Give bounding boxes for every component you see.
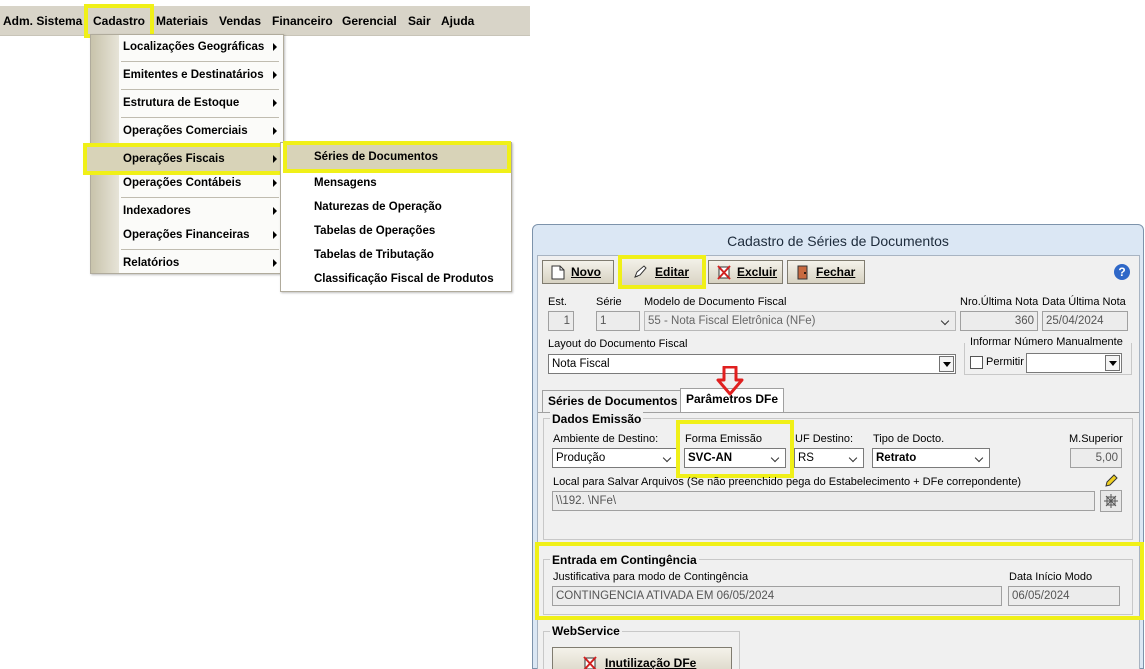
novo-button[interactable]: Novo (542, 260, 614, 284)
browse-folder-button[interactable] (1100, 490, 1122, 512)
delete-icon (583, 656, 597, 669)
tipo-docto-label: Tipo de Docto. (873, 433, 945, 445)
modelo-label: Modelo de Documento Fiscal (644, 296, 787, 308)
dropdown-arrow-icon (1105, 355, 1120, 371)
red-down-arrow-icon (716, 366, 744, 396)
data-ultima-label: Data Última Nota (1042, 296, 1126, 308)
data-inicio-field[interactable]: 06/05/2024 (1008, 586, 1120, 606)
dropdown-arrow-icon (939, 356, 954, 372)
submenu-arrow-icon (273, 259, 277, 267)
numero-manual-select[interactable] (1026, 353, 1122, 373)
delete-icon (717, 265, 731, 280)
menu-adm-sistema[interactable]: Adm. Sistema (3, 6, 82, 36)
menu-item-operacoes-financeiras[interactable]: Operações Financeiras (91, 223, 283, 247)
m-superior-field[interactable]: 5,00 (1070, 448, 1122, 468)
menu-item-tabelas-operacoes[interactable]: Tabelas de Operações (281, 219, 511, 243)
ambiente-select[interactable]: Produção (552, 448, 678, 468)
submenu-arrow-icon (273, 231, 277, 239)
contingencia-title: Entrada em Contingência (550, 553, 699, 567)
menu-materiais[interactable]: Materiais (156, 6, 208, 36)
cadastro-menu: Localizações Geográficas Emitentes e Des… (83, 34, 288, 275)
inutilizacao-dfe-button[interactable]: Inutilização DFe (552, 647, 732, 669)
local-arquivos-label: Local para Salvar Arquivos (Se não preen… (553, 476, 1022, 488)
uf-destino-select[interactable]: RS (794, 448, 864, 468)
menu-item-emitentes[interactable]: Emitentes e Destinatários (91, 63, 283, 87)
m-superior-label: M.Superior (1069, 433, 1123, 445)
new-document-icon (551, 265, 565, 280)
forma-emissao-label: Forma Emissão (685, 433, 763, 445)
door-close-icon (797, 265, 808, 280)
forma-emissao-select[interactable]: SVC-AN (684, 448, 786, 468)
menu-item-series-documentos[interactable]: Séries de Documentos (283, 141, 511, 173)
menu-item-relatorios[interactable]: Relatórios (91, 251, 283, 275)
modelo-select[interactable]: 55 - Nota Fiscal Eletrônica (NFe) (644, 311, 956, 331)
est-label: Est. (548, 296, 567, 308)
menu-bar: Adm. Sistema Cadastro Materiais Vendas F… (0, 4, 530, 38)
submenu-arrow-icon (273, 43, 277, 51)
serie-field[interactable]: 1 (596, 311, 640, 331)
menu-item-tabelas-tributacao[interactable]: Tabelas de Tributação (281, 243, 511, 267)
est-field[interactable]: 1 (548, 311, 574, 331)
menu-gerencial[interactable]: Gerencial (342, 6, 397, 36)
chevron-down-icon (769, 451, 783, 465)
fiscal-submenu: Séries de Documentos Mensagens Naturezas… (280, 141, 512, 292)
menu-item-operacoes-fiscais[interactable]: Operações Fiscais (83, 143, 288, 175)
nro-ultima-label: Nro.Última Nota (960, 296, 1039, 308)
local-arquivos-field[interactable]: \\192. \NFe\ (552, 491, 1095, 511)
permitir-checkbox[interactable] (970, 356, 983, 369)
dados-emissao-title: Dados Emissão (550, 412, 644, 426)
tab-series-documentos[interactable]: Séries de Documentos (542, 390, 684, 412)
chevron-down-icon (661, 451, 675, 465)
menu-item-indexadores[interactable]: Indexadores (91, 199, 283, 223)
tipo-docto-select[interactable]: Retrato (872, 448, 990, 468)
chevron-down-icon (973, 451, 987, 465)
menu-item-localizacoes[interactable]: Localizações Geográficas (91, 35, 283, 59)
menu-cadastro[interactable]: Cadastro (83, 4, 155, 38)
submenu-arrow-icon (273, 179, 277, 187)
edit-pencil-icon (634, 265, 647, 278)
data-ultima-field[interactable]: 25/04/2024 (1042, 311, 1128, 331)
data-inicio-label: Data Início Modo (1009, 571, 1093, 583)
dialog-title: Cadastro de Séries de Documentos (727, 233, 949, 249)
excluir-button[interactable]: Excluir (708, 260, 783, 284)
submenu-arrow-icon (273, 99, 277, 107)
series-dialog: Cadastro de Séries de Documentos Novo Ed… (532, 224, 1144, 669)
chevron-down-icon (847, 451, 861, 465)
dialog-client: Novo Editar Excluir Fechar ? Est. 1 Séri… (535, 255, 1144, 669)
menu-vendas[interactable]: Vendas (219, 6, 261, 36)
menu-financeiro[interactable]: Financeiro (272, 6, 333, 36)
chevron-down-icon (939, 314, 953, 328)
menu-item-operacoes-contabeis[interactable]: Operações Contábeis (91, 171, 283, 195)
pencil-icon[interactable] (1104, 474, 1118, 488)
serie-label: Série (596, 296, 622, 308)
submenu-arrow-icon (273, 71, 277, 79)
justificativa-label: Justificativa para modo de Contingência (553, 571, 749, 583)
layout-select[interactable]: Nota Fiscal (548, 354, 956, 374)
submenu-arrow-icon (273, 127, 277, 135)
submenu-arrow-icon (273, 155, 277, 163)
submenu-arrow-icon (273, 207, 277, 215)
permitir-label: Permitir (986, 356, 1024, 368)
nro-ultima-field[interactable]: 360 (960, 311, 1038, 331)
justificativa-field[interactable]: CONTINGENCIA ATIVADA EM 06/05/2024 (552, 586, 1002, 606)
menu-sair[interactable]: Sair (408, 6, 431, 36)
help-icon[interactable]: ? (1114, 264, 1130, 280)
fechar-button[interactable]: Fechar (787, 260, 865, 284)
menu-item-naturezas-operacao[interactable]: Naturezas de Operação (281, 195, 511, 219)
layout-label: Layout do Documento Fiscal (548, 338, 688, 350)
menu-item-operacoes-comerciais[interactable]: Operações Comerciais (91, 119, 283, 143)
ambiente-label: Ambiente de Destino: (553, 433, 659, 445)
menu-item-mensagens[interactable]: Mensagens (281, 171, 511, 195)
webservice-title: WebService (550, 624, 622, 638)
menu-ajuda[interactable]: Ajuda (441, 6, 474, 36)
menu-item-classificacao-fiscal[interactable]: Classificação Fiscal de Produtos (281, 267, 511, 291)
network-grid-icon (1104, 494, 1118, 508)
uf-destino-label: UF Destino: (795, 433, 854, 445)
editar-button[interactable]: Editar (618, 255, 706, 289)
menu-item-estrutura-estoque[interactable]: Estrutura de Estoque (91, 91, 283, 115)
